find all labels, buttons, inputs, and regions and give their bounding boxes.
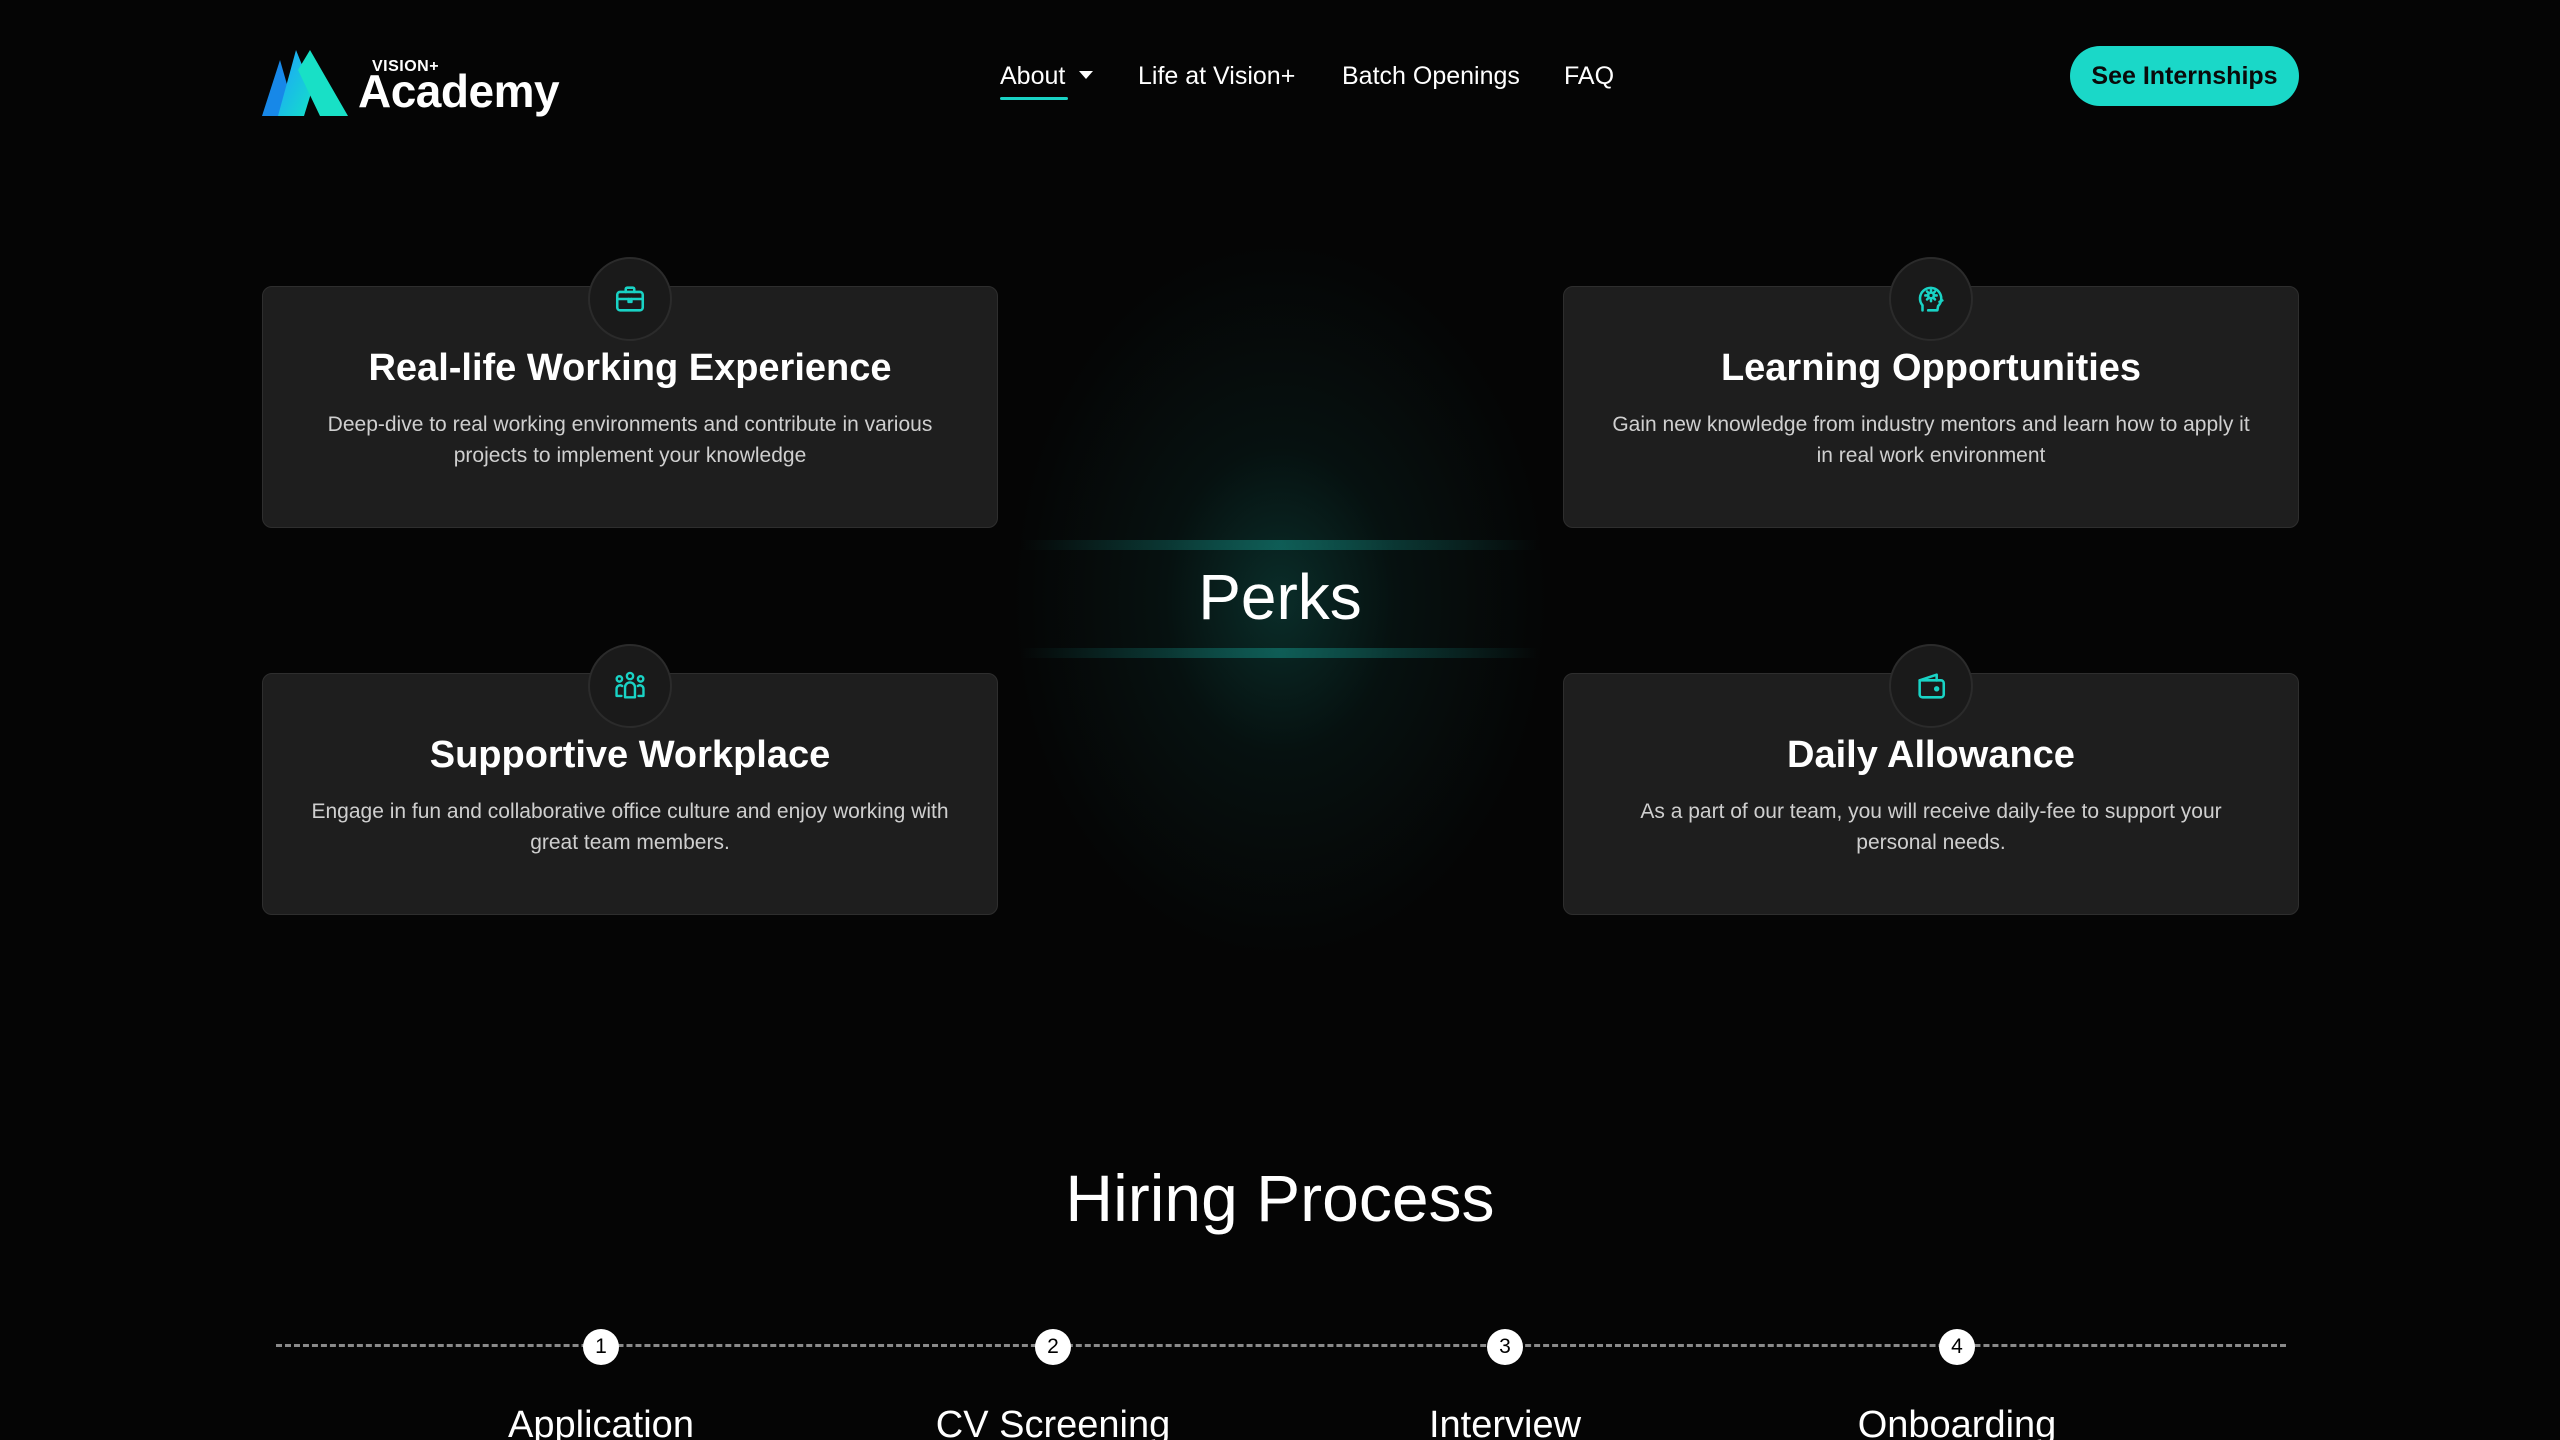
perks-title: Perks [1198, 561, 1362, 633]
page: VISION+ Academy About Life at Vision+ Ba… [0, 0, 2560, 1440]
chevron-down-icon [1079, 71, 1094, 80]
step-label-cv-screening: CV Screening [935, 1404, 1171, 1440]
nav-faq[interactable]: FAQ [1564, 54, 1614, 98]
step-number-1: 1 [583, 1329, 619, 1365]
perk-title: Real-life Working Experience [368, 347, 892, 389]
nav-about[interactable]: About [1000, 54, 1094, 100]
perks-glow-line-bottom [1020, 648, 1540, 658]
perk-description: Engage in fun and collaborative office c… [311, 800, 949, 854]
see-internships-button[interactable]: See Internships [2070, 46, 2299, 106]
hiring-timeline [276, 1344, 2286, 1347]
step-label-application: Application [508, 1404, 694, 1440]
step-number-3: 3 [1487, 1329, 1523, 1365]
nav-batch-openings[interactable]: Batch Openings [1342, 54, 1520, 98]
nav-life-at-vision[interactable]: Life at Vision+ [1138, 54, 1295, 98]
perk-card-supportive-workplace: Supportive Workplace Engage in fun and c… [262, 644, 998, 915]
step-number-4: 4 [1939, 1329, 1975, 1365]
wallet-icon [1889, 644, 1973, 728]
perk-title: Supportive Workplace [429, 734, 831, 776]
perk-card-working-experience: Real-life Working Experience Deep-dive t… [262, 257, 998, 528]
step-number-2: 2 [1035, 1329, 1071, 1365]
perk-description: As a part of our team, you will receive … [1640, 800, 2222, 854]
nav-about-label: About [1000, 62, 1066, 90]
perk-title: Daily Allowance [1787, 734, 2075, 776]
briefcase-icon [588, 257, 672, 341]
perk-card-daily-allowance: Daily Allowance As a part of our team, y… [1563, 644, 2299, 915]
step-label-interview: Interview [1428, 1404, 1582, 1440]
head-gear-icon [1889, 257, 1973, 341]
perk-description: Deep-dive to real working environments a… [327, 413, 933, 467]
perk-title: Learning Opportunities [1720, 347, 2142, 389]
team-icon [588, 644, 672, 728]
perk-description: Gain new knowledge from industry mentors… [1612, 413, 2250, 467]
perks-glow-line-top [1020, 540, 1540, 550]
step-label-onboarding: Onboarding [1857, 1404, 2057, 1440]
hiring-process-title: Hiring Process [1065, 1161, 1495, 1235]
perk-card-learning-opportunities: Learning Opportunities Gain new knowledg… [1563, 257, 2299, 528]
